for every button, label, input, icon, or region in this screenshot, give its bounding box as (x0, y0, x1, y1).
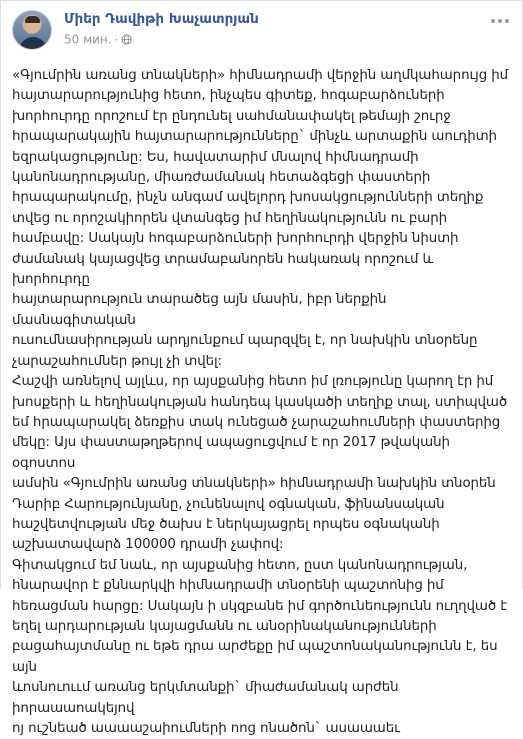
post-header: Միեր Դավիթի Խաչատրյան 50 мин. · (12, 10, 511, 58)
more-dot (491, 19, 495, 23)
avatar-suit (19, 37, 47, 49)
facebook-post: Միեր Դավիթի Խաչատրյան 50 мин. · «Գյումրին… (0, 0, 523, 736)
author-name[interactable]: Միեր Դավիթի Խաչատրյան (64, 11, 259, 27)
more-horizontal-icon[interactable] (489, 12, 511, 30)
author-avatar[interactable] (12, 10, 52, 50)
meta-separator: · (114, 32, 119, 47)
post-meta: 50 мин. · (64, 32, 133, 47)
more-dot (505, 19, 509, 23)
avatar-hair (25, 16, 40, 23)
post-timestamp[interactable]: 50 мин. (64, 33, 112, 47)
globe-icon[interactable] (121, 34, 133, 45)
post-text: «Գյումրին առանց տնակների» հիմնադրամի վեր… (12, 68, 509, 736)
more-dot (498, 19, 502, 23)
